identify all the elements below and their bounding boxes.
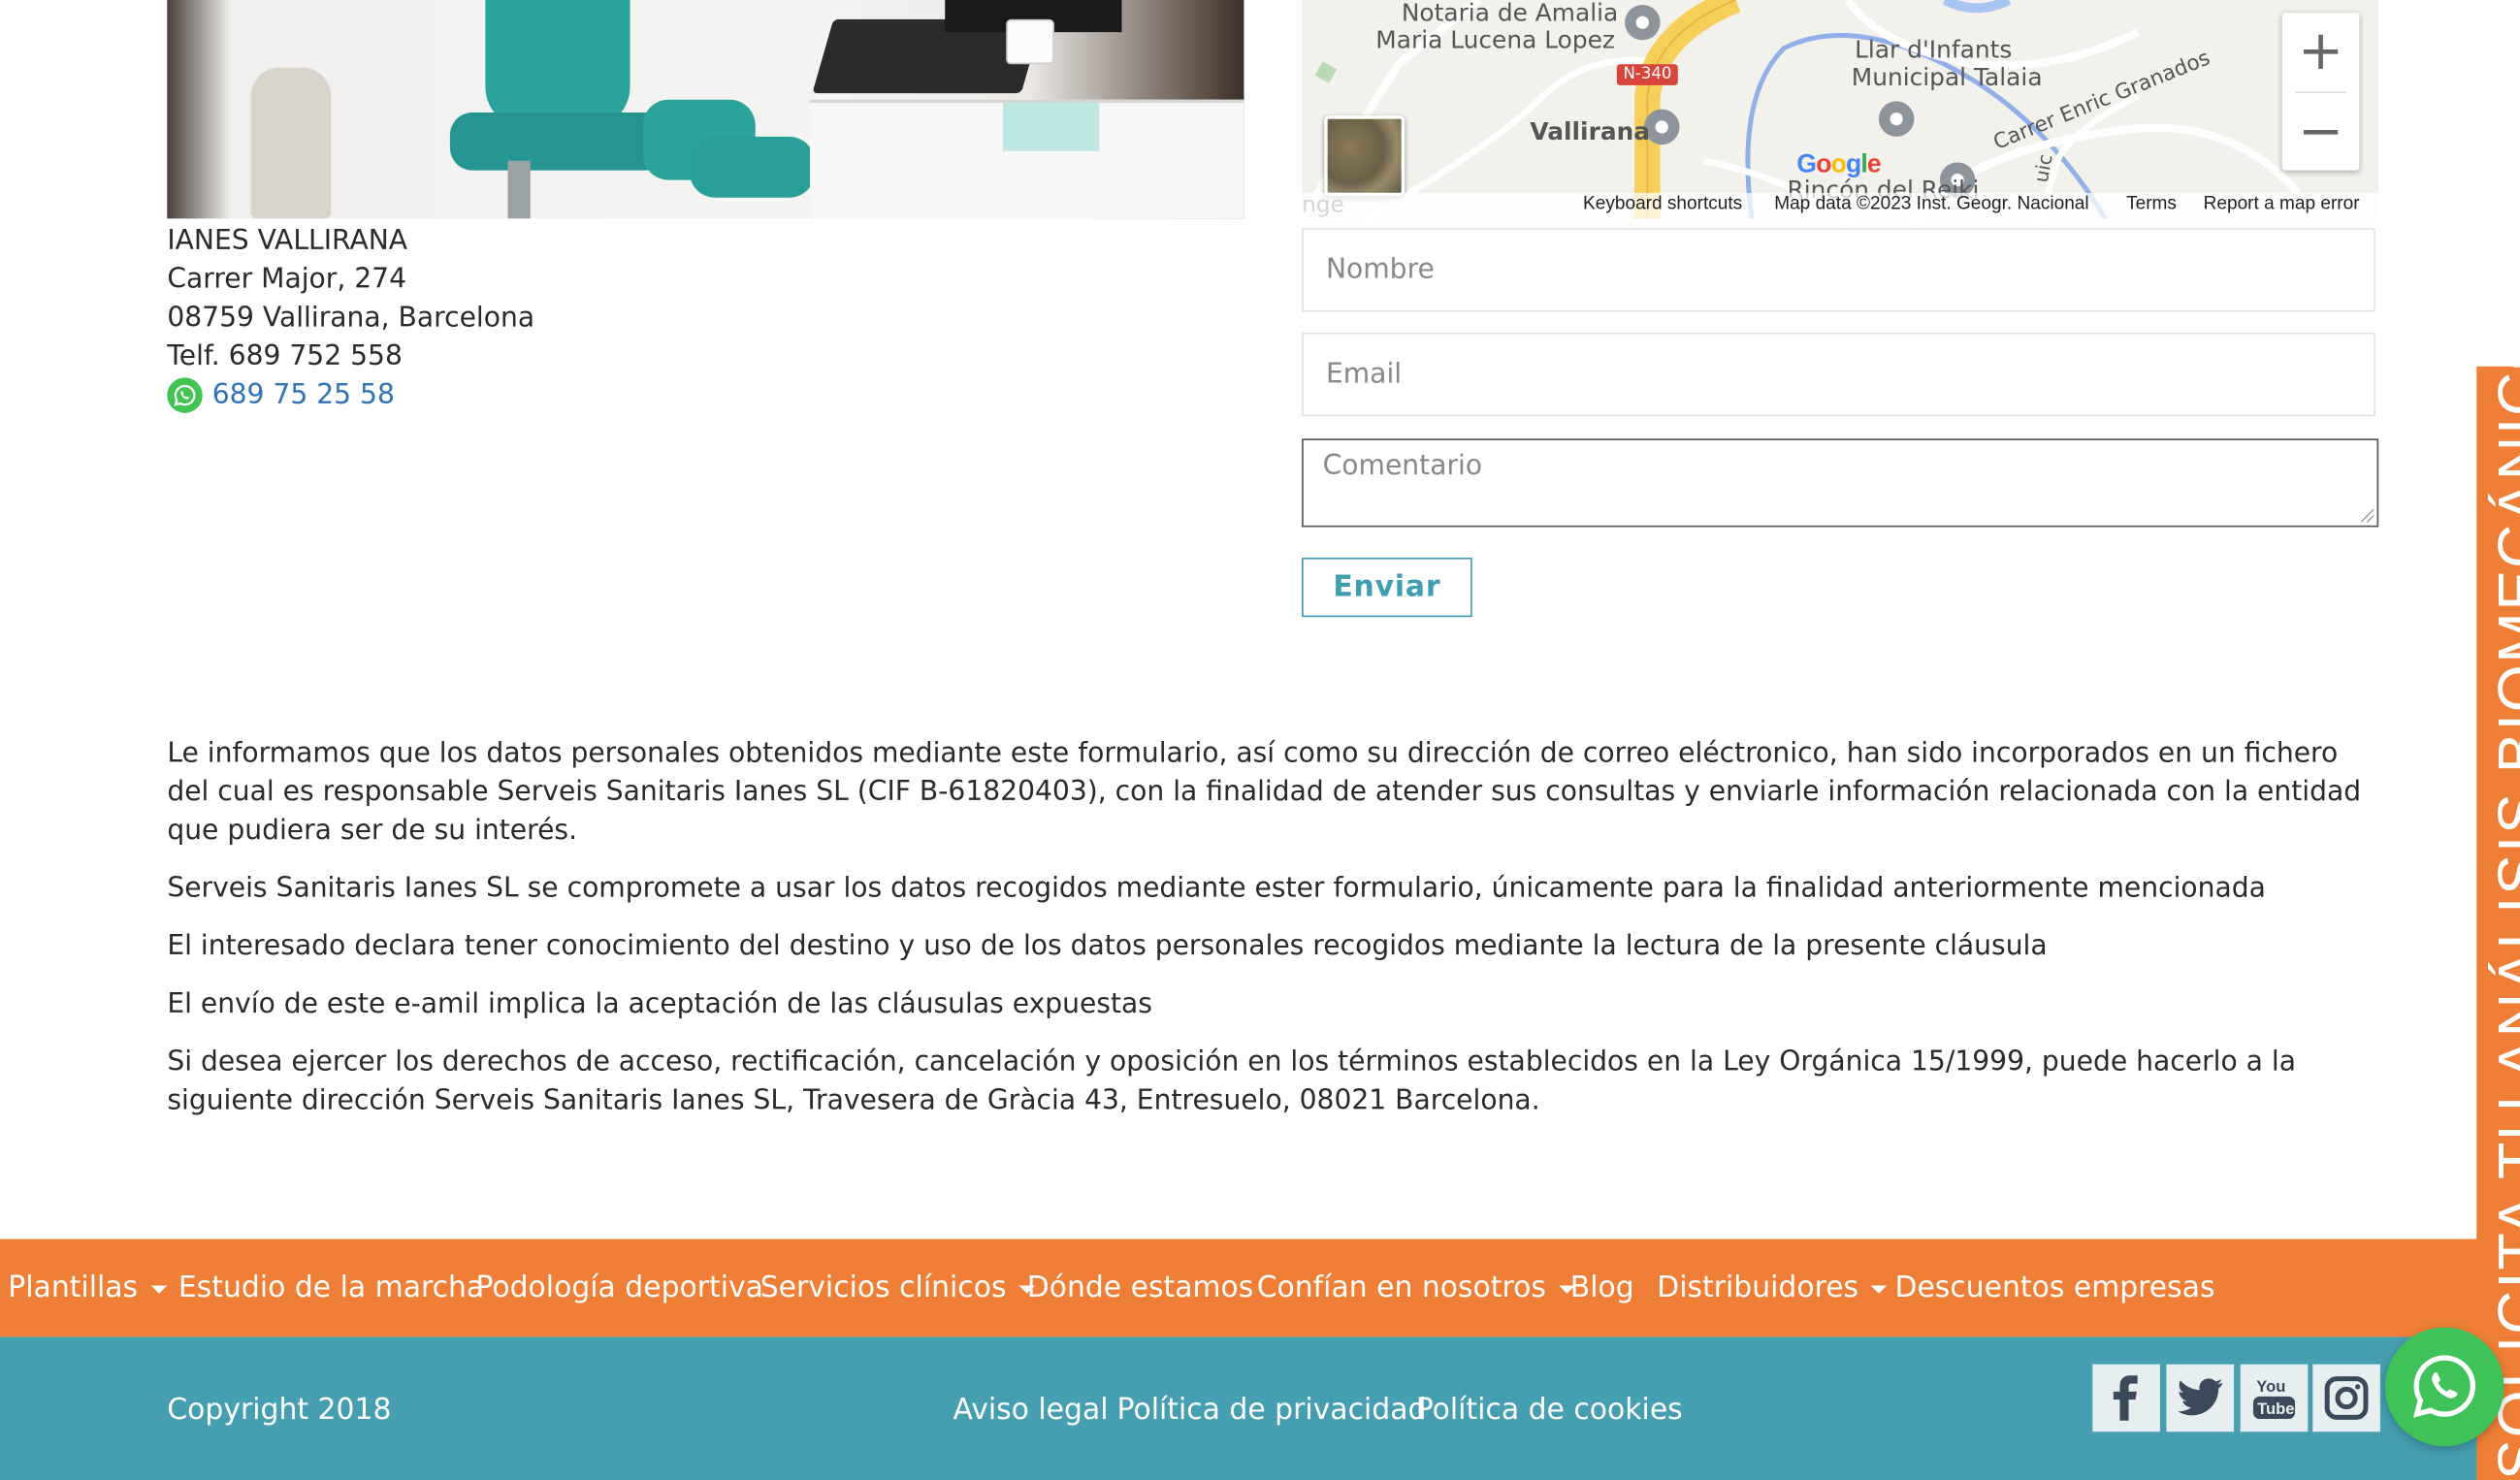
map-label-llar-2: Municipal Talaia [1851, 62, 2043, 92]
privacy-paragraph-2: Serveis Sanitaris Ianes SL se compromete… [167, 872, 2266, 905]
photo-chair-base [507, 160, 531, 219]
nav-item-servicios-clinicos[interactable]: Servicios clínicos [760, 1239, 1036, 1336]
comment-placeholder: Comentario [1322, 449, 1483, 483]
photo-tray [1002, 103, 1100, 151]
caret-down-icon [150, 1285, 167, 1294]
name-field[interactable]: Nombre [1302, 228, 2375, 312]
comment-field[interactable]: Comentario [1302, 438, 2379, 528]
photo-chair-footrest-end [689, 136, 816, 198]
nav-label: Dónde estamos [1026, 1271, 1254, 1305]
map-satellite-toggle[interactable] [1324, 115, 1405, 197]
clinic-street: Carrer Major, 274 [167, 263, 407, 296]
map-label-llar-1: Llar d'Infants [1855, 35, 2013, 65]
nav-label: Confían en nosotros [1256, 1271, 1546, 1305]
privacy-paragraph-1: Le informamos que los datos personales o… [167, 737, 2362, 848]
map-attribution-bar: Keyboard shortcuts Map data ©2023 Inst. … [1302, 192, 2379, 219]
photo-chair-seat [449, 112, 667, 171]
whatsapp-phone-link[interactable]: 689 75 25 58 [212, 376, 395, 415]
nav-item-podologia-deportiva[interactable]: Podología deportiva [475, 1239, 762, 1336]
svg-text:You: You [2256, 1377, 2285, 1396]
nav-label: Servicios clínicos [759, 1271, 1007, 1305]
nav-item-descuentos[interactable]: Descuentos empresas [1894, 1239, 2214, 1336]
privacy-notice: Le informamos que los datos personales o… [167, 734, 2385, 1140]
resize-handle[interactable] [2360, 509, 2375, 523]
nav-item-plantillas[interactable]: Plantillas [8, 1239, 167, 1336]
instagram-icon[interactable] [2312, 1364, 2380, 1432]
photo-stool [250, 67, 332, 219]
facebook-icon[interactable] [2092, 1364, 2160, 1432]
nav-label: Descuentos empresas [1894, 1271, 2215, 1305]
photo-cup [1006, 18, 1054, 65]
nav-item-blog[interactable]: Blog [1570, 1239, 1634, 1336]
nav-label: Blog [1569, 1271, 1634, 1305]
whatsapp-icon [2412, 1355, 2476, 1418]
photo-chair-back [485, 0, 630, 129]
nav-label: Podología deportiva [475, 1271, 763, 1305]
map-report-error-link[interactable]: Report a map error [2204, 194, 2360, 213]
privacy-paragraph-3: El interesado declara tener conocimiento… [167, 930, 2048, 963]
nav-item-distribuidores[interactable]: Distribuidores [1657, 1239, 1888, 1336]
caret-down-icon [1871, 1285, 1888, 1294]
nav-label: Estudio de la marcha [178, 1271, 485, 1305]
youtube-icon[interactable]: You Tube [2240, 1364, 2309, 1432]
privacy-policy-link[interactable]: Política de privacidad [1117, 1394, 1427, 1428]
nav-item-confian[interactable]: Confían en nosotros [1257, 1239, 1575, 1336]
nav-item-donde-estamos[interactable]: Dónde estamos [1027, 1239, 1254, 1336]
clinic-phone: Telf. 689 752 558 [167, 340, 403, 373]
google-map[interactable]: Notaria de Amalia Maria Lucena Lopez Lla… [1302, 0, 2379, 219]
zoom-out-button[interactable]: − [2282, 93, 2360, 171]
twitter-icon[interactable] [2166, 1364, 2235, 1432]
clinic-photo [167, 0, 1244, 219]
privacy-paragraph-4: El envío de este e-amil implica la acept… [167, 987, 1152, 1021]
svg-text:Tube: Tube [2257, 1400, 2294, 1418]
email-field[interactable]: Email [1302, 332, 2375, 417]
map-label-vallirana: Vallirana [1530, 116, 1651, 146]
map-label-notaria-1: Notaria de Amalia [1401, 0, 1619, 28]
whatsapp-small-icon [167, 377, 203, 413]
map-keyboard-shortcuts-link[interactable]: Keyboard shortcuts [1583, 194, 1742, 213]
zoom-in-button[interactable]: + [2282, 13, 2360, 90]
map-terms-link[interactable]: Terms [2126, 194, 2177, 213]
nav-label: Plantillas [8, 1271, 139, 1305]
google-logo: Google [1796, 150, 1881, 178]
cookie-policy-link[interactable]: Política de cookies [1416, 1394, 1683, 1428]
nav-item-estudio-marcha[interactable]: Estudio de la marcha [178, 1239, 484, 1336]
privacy-paragraph-5: Si desea ejercer los derechos de acceso,… [167, 1046, 2296, 1117]
whatsapp-line: 689 75 25 58 [167, 376, 534, 415]
clinic-city: 08759 Vallirana, Barcelona [167, 302, 535, 335]
side-tab-label: SOLICITA TU ANÁLISIS BIOMECÁNICO [2487, 366, 2520, 1480]
map-data-credit: Map data ©2023 Inst. Geogr. Nacional [1774, 194, 2089, 214]
submit-button[interactable]: Enviar [1302, 557, 1472, 618]
copyright: Copyright 2018 [167, 1393, 392, 1428]
whatsapp-float-button[interactable] [2384, 1327, 2504, 1447]
clinic-name: IANES VALLIRANA [167, 224, 408, 258]
nav-label: Distribuidores [1657, 1271, 1859, 1305]
map-label-notaria-2: Maria Lucena Lopez [1375, 25, 1615, 55]
clinic-address: IANES VALLIRANA Carrer Major, 274 08759 … [167, 222, 534, 415]
aviso-legal-link[interactable]: Aviso legal [953, 1394, 1109, 1428]
map-zoom-control: + − [2281, 13, 2360, 171]
map-label-edge-right: uic [2029, 152, 2057, 184]
footer-nav: Plantillas Estudio de la marcha Podologí… [0, 1239, 2520, 1337]
map-road-badge: N-340 [1616, 64, 1679, 85]
biomechanical-analysis-tab[interactable]: SOLICITA TU ANÁLISIS BIOMECÁNICO [2476, 366, 2520, 1480]
